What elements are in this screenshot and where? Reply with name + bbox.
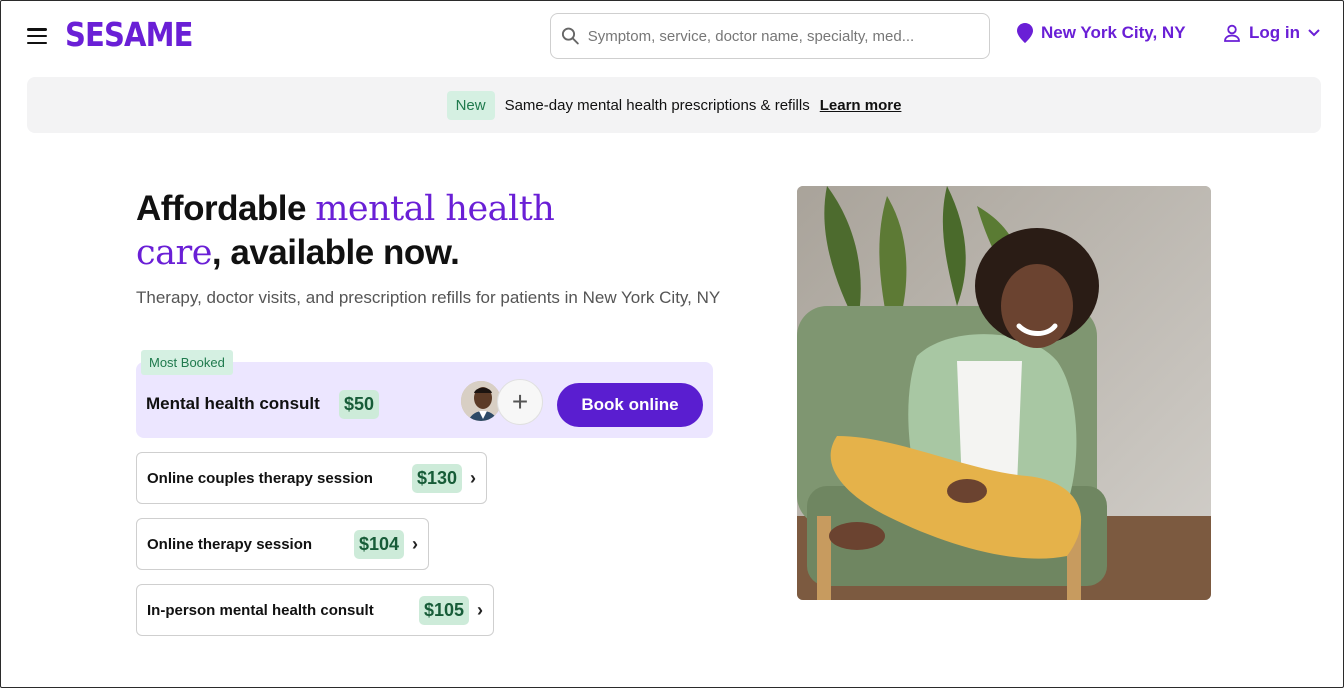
- login-label: Log in: [1249, 23, 1300, 42]
- service-name: In-person mental health consult: [147, 601, 374, 619]
- featured-service-price: $50: [339, 390, 380, 419]
- chevron-right-icon: ›: [477, 599, 483, 620]
- search-input[interactable]: [587, 27, 979, 45]
- map-pin-icon: [1017, 23, 1033, 43]
- service-price: $105: [418, 595, 469, 625]
- location-label: New York City, NY: [1041, 23, 1186, 42]
- hamburger-menu-icon[interactable]: [25, 25, 49, 47]
- most-booked-badge: Most Booked: [141, 350, 233, 375]
- announcement-banner: New Same-day mental health prescriptions…: [27, 77, 1321, 133]
- sesame-logo[interactable]: SESAME: [65, 15, 193, 54]
- chevron-right-icon: ›: [470, 467, 476, 488]
- new-badge: New: [446, 90, 495, 120]
- plus-icon: +: [497, 379, 543, 425]
- search-icon: [561, 27, 579, 45]
- learn-more-link[interactable]: Learn more: [820, 97, 902, 114]
- site-header: SESAME New York City, NY Log in: [1, 1, 1343, 73]
- hero-title-accent-2: care: [136, 233, 212, 273]
- location-selector[interactable]: New York City, NY: [1017, 23, 1186, 43]
- banner-text: Same-day mental health prescriptions & r…: [504, 96, 810, 114]
- chevron-right-icon: ›: [412, 533, 418, 554]
- service-item[interactable]: Online couples therapy session $130 ›: [136, 452, 487, 504]
- service-name: Online therapy session: [147, 535, 313, 553]
- hero-photo: [797, 186, 1211, 600]
- service-price: $130: [411, 463, 462, 493]
- hero-title: Affordable mental health care, available …: [136, 187, 736, 275]
- service-item[interactable]: Online therapy session $104 ›: [136, 518, 429, 570]
- hero-title-accent: mental health: [315, 189, 555, 229]
- hero-subtitle: Therapy, doctor visits, and prescription…: [136, 288, 721, 307]
- service-item[interactable]: In-person mental health consult $105 ›: [136, 584, 494, 636]
- user-icon: [1224, 24, 1240, 42]
- hero-title-part2: , available now.: [211, 233, 460, 272]
- chevron-down-icon: [1308, 29, 1320, 37]
- service-price: $104: [353, 529, 404, 559]
- page-frame: SESAME New York City, NY Log in: [0, 0, 1344, 688]
- hero-title-part1: Affordable: [136, 189, 316, 228]
- login-button[interactable]: Log in: [1223, 23, 1320, 43]
- book-online-button[interactable]: Book online: [557, 383, 703, 427]
- featured-service-name: Mental health consult: [146, 394, 320, 413]
- search-box[interactable]: [550, 13, 990, 59]
- service-name: Online couples therapy session: [147, 469, 373, 487]
